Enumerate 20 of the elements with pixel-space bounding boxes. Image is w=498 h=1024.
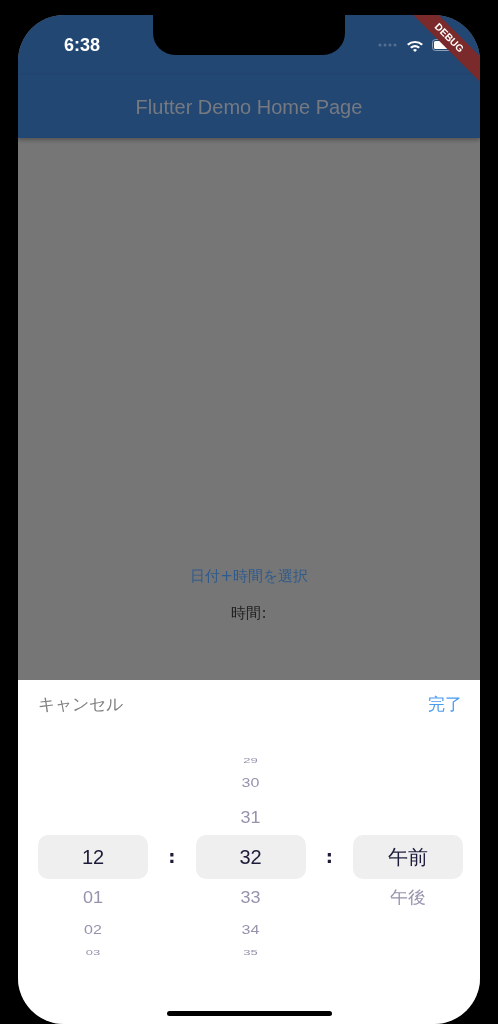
select-datetime-link[interactable]: 日付+時間を選択 xyxy=(190,565,308,588)
wifi-icon xyxy=(406,38,424,52)
picker-item[interactable]: 午後 xyxy=(390,887,426,906)
picker-item[interactable]: 33 xyxy=(240,887,261,906)
picker-item[interactable]: 30 xyxy=(241,776,260,790)
picker-item[interactable]: 01 xyxy=(83,887,103,906)
status-time: 6:38 xyxy=(64,33,101,57)
app-title: Flutter Demo Home Page xyxy=(135,94,363,120)
cancel-button[interactable]: キャンセル xyxy=(38,692,123,718)
picker-item[interactable]: 午前 xyxy=(353,834,463,879)
picker-item[interactable]: 32 xyxy=(195,834,306,879)
picker-item[interactable]: 12 xyxy=(38,834,148,879)
time-separator: : xyxy=(168,845,176,869)
signal-icon xyxy=(378,43,398,47)
picker-item[interactable]: 02 xyxy=(84,923,102,937)
time-label: 時間: xyxy=(231,602,267,624)
picker-item[interactable]: 31 xyxy=(240,807,261,826)
picker-item[interactable]: 34 xyxy=(241,923,260,937)
done-button[interactable]: 完了 xyxy=(428,692,462,718)
time-separator: : xyxy=(325,845,333,869)
